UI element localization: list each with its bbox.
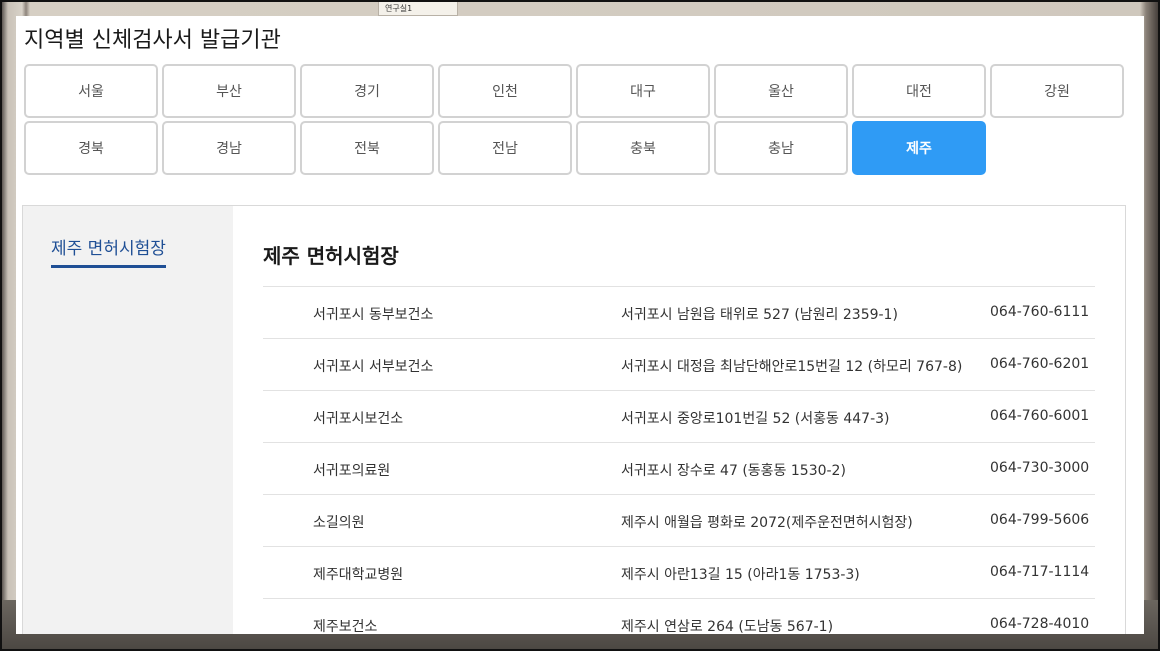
institution-list-section: 제주 면허시험장 서귀포시 동부보건소 서귀포시 남원읍 태위로 527 (남원리…	[263, 206, 1095, 634]
institution-phone: 064-728-4010	[990, 616, 1090, 632]
institution-phone: 064-760-6001	[990, 408, 1090, 424]
institution-content: 제주 면허시험장 제주 면허시험장 서귀포시 동부보건소 서귀포시 남원읍 태위로…	[22, 205, 1126, 634]
background-sign: 연구실1	[378, 0, 458, 16]
table-row: 서귀포시보건소 서귀포시 중앙로101번길 52 (서홍동 447-3) 064-7…	[263, 391, 1095, 443]
institution-phone: 064-717-1114	[990, 564, 1090, 580]
table-row: 제주대학교병원 제주시 아란13길 15 (아라1동 1753-3) 064-717…	[263, 547, 1095, 599]
institution-phone: 064-799-5606	[990, 512, 1090, 528]
institution-name: 서귀포시 동부보건소	[313, 307, 434, 323]
region-button[interactable]: 인천	[438, 64, 572, 118]
table-row: 제주보건소 제주시 연삼로 264 (도남동 567-1) 064-728-4010	[263, 599, 1095, 634]
region-button[interactable]: 경남	[162, 121, 296, 175]
content-panel: 지역별 신체검사서 발급기관 서울 부산 경기 인천 대구 울산 대전 강원 경북 경남 전북 전남 충…	[16, 16, 1144, 634]
region-button[interactable]: 울산	[714, 64, 848, 118]
institution-name: 서귀포시보건소	[313, 411, 404, 427]
region-button[interactable]: 충남	[714, 121, 848, 175]
table-row: 소길의원 제주시 애월읍 평화로 2072(제주운전면허시험장) 064-799-5…	[263, 495, 1095, 547]
institution-name: 서귀포의료원	[313, 463, 391, 479]
institution-phone: 064-760-6111	[990, 304, 1090, 320]
region-button[interactable]: 대전	[852, 64, 986, 118]
institution-name: 제주대학교병원	[313, 567, 404, 583]
region-button[interactable]: 경북	[24, 121, 158, 175]
institution-list: 서귀포시 동부보건소 서귀포시 남원읍 태위로 527 (남원리 2359-1) 0…	[263, 286, 1095, 634]
institution-name: 소길의원	[313, 515, 365, 531]
institution-phone: 064-730-3000	[990, 460, 1090, 476]
page-title: 지역별 신체검사서 발급기관	[24, 28, 281, 53]
region-button[interactable]: 충북	[576, 121, 710, 175]
institution-address: 서귀포시 대정읍 최남단해안로15번길 12 (하모리 767-8)	[621, 359, 963, 375]
region-button[interactable]: 제주	[852, 121, 986, 175]
region-button[interactable]: 전북	[300, 121, 434, 175]
institution-name: 서귀포시 서부보건소	[313, 359, 434, 375]
institution-address: 제주시 아란13길 15 (아라1동 1753-3)	[621, 567, 860, 583]
region-button[interactable]: 서울	[24, 64, 158, 118]
table-row: 서귀포시 동부보건소 서귀포시 남원읍 태위로 527 (남원리 2359-1) 0…	[263, 287, 1095, 339]
institution-address: 제주시 연삼로 264 (도남동 567-1)	[621, 619, 834, 634]
table-row: 서귀포의료원 서귀포시 장수로 47 (동홍동 1530-2) 064-730-30…	[263, 443, 1095, 495]
region-button[interactable]: 전남	[438, 121, 572, 175]
institution-address: 서귀포시 남원읍 태위로 527 (남원리 2359-1)	[621, 307, 898, 323]
institution-phone: 064-760-6201	[990, 356, 1090, 372]
institution-address: 제주시 애월읍 평화로 2072(제주운전면허시험장)	[621, 515, 913, 531]
region-button[interactable]: 부산	[162, 64, 296, 118]
region-button[interactable]: 대구	[576, 64, 710, 118]
institution-address: 서귀포시 중앙로101번길 52 (서홍동 447-3)	[621, 411, 890, 427]
institution-address: 서귀포시 장수로 47 (동홍동 1530-2)	[621, 463, 846, 479]
sidebar-tab-jeju-test-center[interactable]: 제주 면허시험장	[51, 234, 166, 268]
sidebar: 제주 면허시험장	[23, 206, 233, 634]
region-button[interactable]: 경기	[300, 64, 434, 118]
section-title: 제주 면허시험장	[263, 244, 399, 268]
table-row: 서귀포시 서부보건소 서귀포시 대정읍 최남단해안로15번길 12 (하모리 76…	[263, 339, 1095, 391]
institution-name: 제주보건소	[313, 619, 378, 634]
region-button[interactable]: 강원	[990, 64, 1124, 118]
